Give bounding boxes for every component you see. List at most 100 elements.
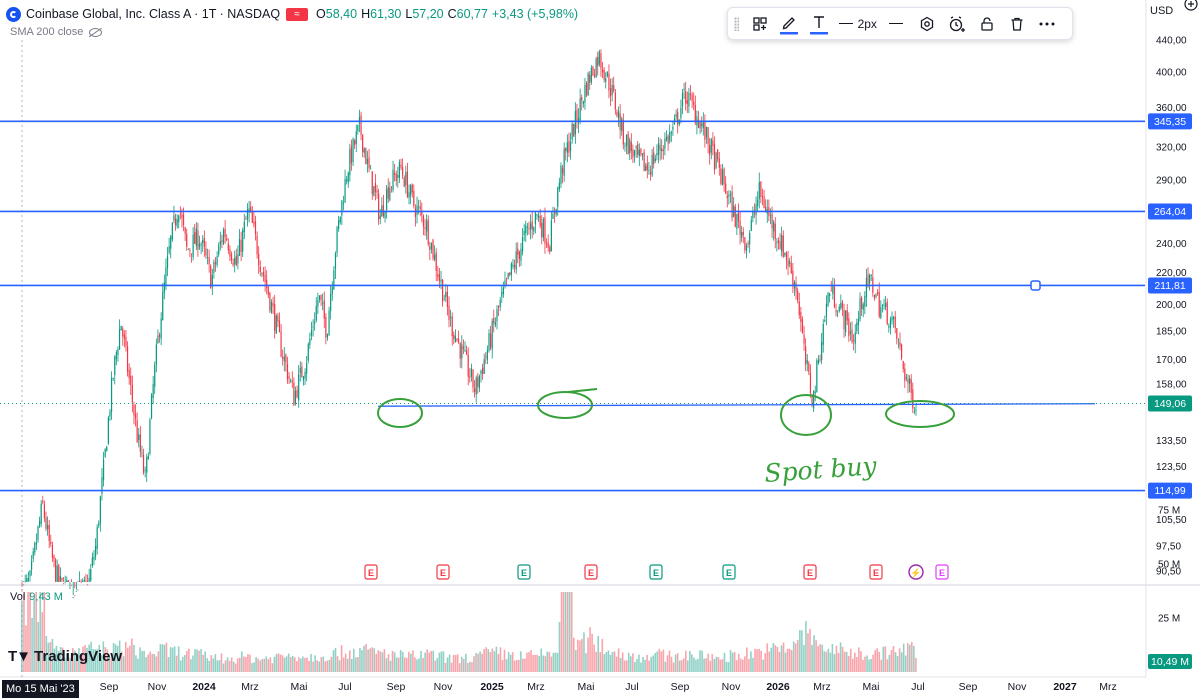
earnings-marker[interactable]: E (869, 564, 883, 580)
candle (643, 149, 645, 172)
line-width-label[interactable]: 2px (858, 17, 877, 31)
more-icon[interactable] (1036, 12, 1057, 36)
earnings-marker[interactable]: E (436, 564, 450, 580)
volume-bar (727, 662, 730, 672)
candle (878, 282, 880, 319)
volume-bar (196, 649, 198, 672)
price-tick-label: 440,00 (1156, 36, 1187, 47)
volume-bar (540, 648, 542, 672)
candle (496, 305, 498, 330)
pencil-icon[interactable] (779, 12, 800, 36)
currency-label[interactable]: USD (1150, 5, 1173, 17)
time-tick-label: 2025 (480, 681, 504, 693)
candle (386, 184, 388, 219)
dividend-marker[interactable]: ⚡ (908, 564, 924, 580)
earnings-marker-text: E (653, 568, 659, 578)
volume-bar (129, 645, 131, 672)
candle (507, 272, 509, 280)
price-chart[interactable]: 90,5097,50105,50123,50133,50158,00170,00… (0, 0, 1200, 699)
circle-annotation[interactable] (780, 394, 832, 436)
candle (517, 242, 519, 264)
volume-bar (359, 648, 361, 672)
candle (715, 151, 717, 170)
candle (330, 285, 332, 320)
candle (421, 202, 423, 223)
volume-legend[interactable]: Vol 9,43 M (10, 591, 63, 603)
line-handle[interactable] (1030, 280, 1041, 291)
candle (320, 294, 322, 306)
drag-handle-icon[interactable] (734, 16, 740, 31)
earnings-marker[interactable]: E (584, 564, 598, 580)
volume-bar (693, 657, 695, 672)
annotations[interactable] (377, 388, 955, 436)
candle (617, 106, 620, 127)
earnings-marker[interactable]: E (722, 564, 736, 580)
volume-bar (365, 643, 367, 672)
volume-bar (122, 656, 125, 672)
candle (835, 303, 837, 317)
volume-bar (882, 646, 885, 672)
candle (816, 358, 818, 393)
settings-icon[interactable] (917, 12, 938, 36)
candle (435, 248, 437, 282)
trash-icon[interactable] (1006, 12, 1027, 36)
line-style-icon[interactable] (838, 22, 853, 25)
line-dash-icon[interactable] (888, 22, 903, 25)
candle (757, 191, 759, 212)
candle (56, 559, 58, 582)
volume-bar (617, 648, 620, 672)
volume-bar (847, 655, 850, 672)
volume-bar (363, 645, 365, 672)
volume-bar (277, 653, 280, 672)
candle (395, 170, 397, 187)
candle (85, 573, 87, 582)
flag-icon[interactable]: ≈ (286, 7, 309, 21)
earnings-marker[interactable]: E (649, 564, 663, 580)
earnings-marker[interactable]: E (935, 564, 949, 580)
candle (761, 188, 764, 206)
candle (192, 227, 194, 261)
tradingview-watermark[interactable]: T▼ TradingView (8, 648, 122, 665)
candle (667, 134, 669, 151)
volume-bar (862, 659, 864, 672)
volume-bar (890, 649, 893, 672)
candle (745, 242, 748, 259)
volume-bar (133, 644, 135, 672)
volume-bar (157, 651, 160, 672)
symbol-title[interactable]: Coinbase Global, Inc. Class A · 1T · NAS… (26, 7, 280, 21)
volume-bar (858, 647, 860, 672)
volume-bar (568, 592, 571, 672)
earnings-marker[interactable]: E (364, 564, 378, 580)
candle (697, 111, 700, 129)
volume-bar (161, 644, 164, 672)
dividend-marker-text: ⚡ (910, 567, 921, 579)
candle (800, 306, 802, 332)
template-icon[interactable] (749, 12, 770, 36)
earnings-marker[interactable]: E (803, 564, 817, 580)
alert-icon[interactable] (947, 12, 968, 36)
volume-bar (603, 654, 606, 672)
earnings-marker[interactable]: E (517, 564, 531, 580)
text-color-icon[interactable] (809, 12, 830, 36)
volume-bar (198, 650, 200, 672)
candle (315, 297, 317, 323)
candle (526, 222, 528, 236)
indicator-legend[interactable]: SMA 200 close (10, 26, 103, 38)
lock-icon[interactable] (976, 12, 997, 36)
volume-bar (422, 657, 424, 672)
hidden-eye-icon[interactable] (89, 27, 103, 37)
volume-bar (300, 658, 302, 672)
candle (550, 211, 552, 252)
volume-bar (371, 647, 373, 672)
add-icon[interactable] (1184, 0, 1198, 11)
volume-bar (911, 641, 913, 672)
volume-bar (780, 645, 783, 672)
volume-bar (269, 657, 272, 672)
candle (478, 374, 480, 393)
candle (274, 295, 276, 339)
candle (371, 171, 373, 200)
volume-bar (475, 653, 477, 672)
volume-bar (391, 650, 394, 672)
trend-line[interactable] (377, 403, 1096, 407)
candle (614, 89, 616, 115)
